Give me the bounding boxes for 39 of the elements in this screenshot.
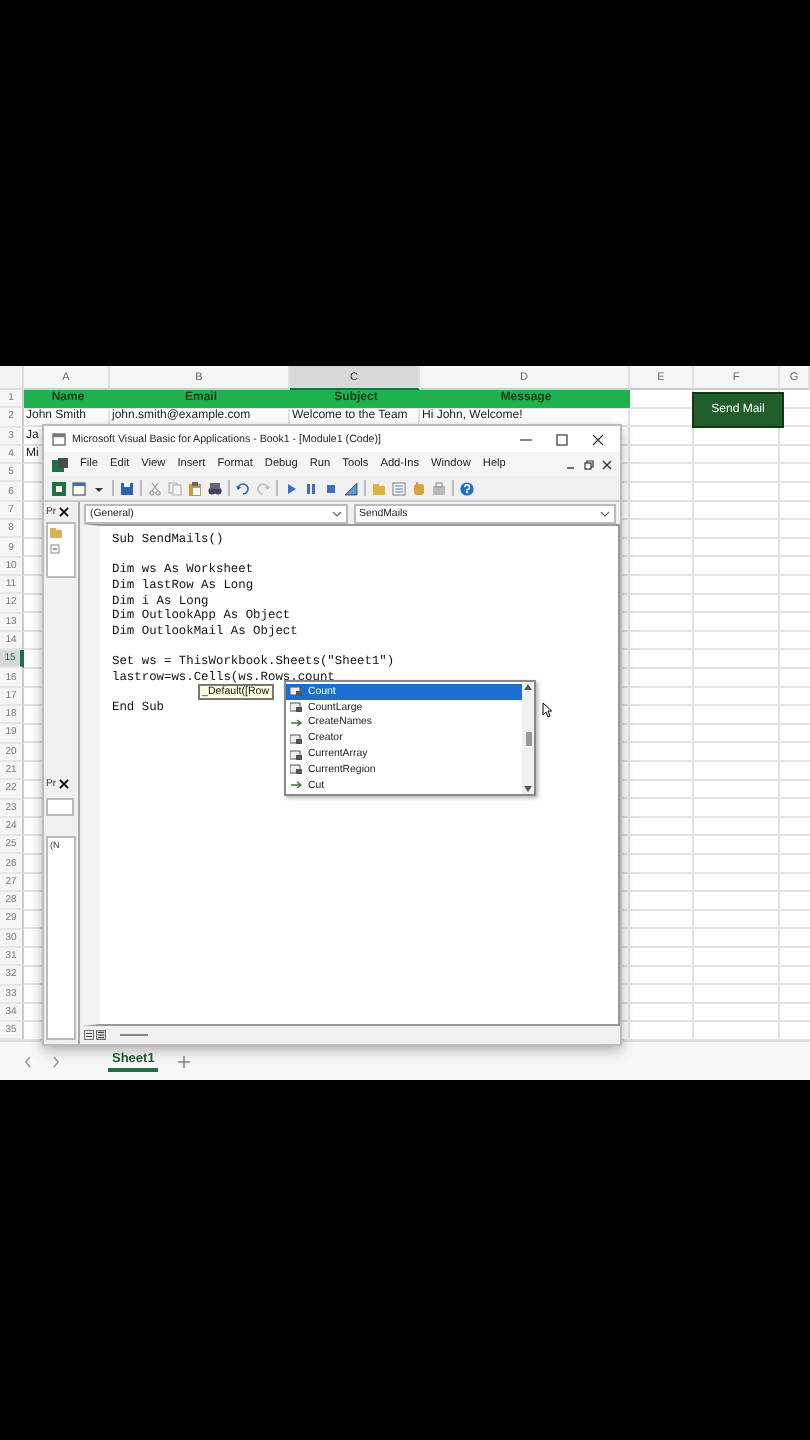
arrow-icon (290, 717, 302, 728)
close-icon[interactable] (58, 506, 70, 518)
card-icon (290, 686, 302, 697)
undo-icon[interactable] (236, 481, 250, 495)
play-icon[interactable] (284, 481, 298, 495)
chevron-left-icon[interactable] (24, 1055, 32, 1068)
close-icon[interactable] (58, 778, 70, 790)
module-view-icon[interactable] (96, 1030, 106, 1040)
save-icon[interactable] (120, 481, 134, 495)
restore-icon[interactable] (584, 459, 594, 469)
app-icon (52, 432, 66, 446)
down-arrow-icon[interactable] (524, 786, 532, 792)
folder-icon (50, 528, 62, 538)
chevron-down-icon[interactable] (331, 509, 341, 517)
help-icon[interactable] (460, 481, 474, 495)
procedure-view-icon[interactable] (84, 1030, 94, 1040)
card-icon (290, 733, 302, 744)
binoculars-icon[interactable] (208, 481, 222, 495)
stop-icon[interactable] (324, 481, 338, 495)
chevron-right-icon[interactable] (52, 1055, 60, 1068)
card-icon (290, 764, 302, 775)
close-icon[interactable] (592, 433, 604, 445)
minimize-icon[interactable] (520, 433, 532, 445)
arrow-icon (290, 780, 302, 791)
form-icon[interactable] (72, 481, 86, 495)
maximize-icon[interactable] (556, 433, 568, 445)
add-icon[interactable] (178, 1055, 191, 1068)
scroll-thumb[interactable] (525, 731, 531, 745)
up-arrow-icon[interactable] (524, 684, 532, 690)
close-icon[interactable] (602, 459, 612, 469)
cursor-icon (542, 702, 552, 718)
card-icon (290, 702, 302, 713)
chevron-down-icon[interactable] (600, 509, 610, 517)
ruler-icon[interactable] (344, 481, 358, 495)
clipboard-icon[interactable] (188, 481, 202, 495)
card-icon (290, 749, 302, 760)
code-editor[interactable] (82, 524, 620, 1026)
pause-icon[interactable] (304, 481, 318, 495)
collapse-icon[interactable] (50, 544, 60, 554)
